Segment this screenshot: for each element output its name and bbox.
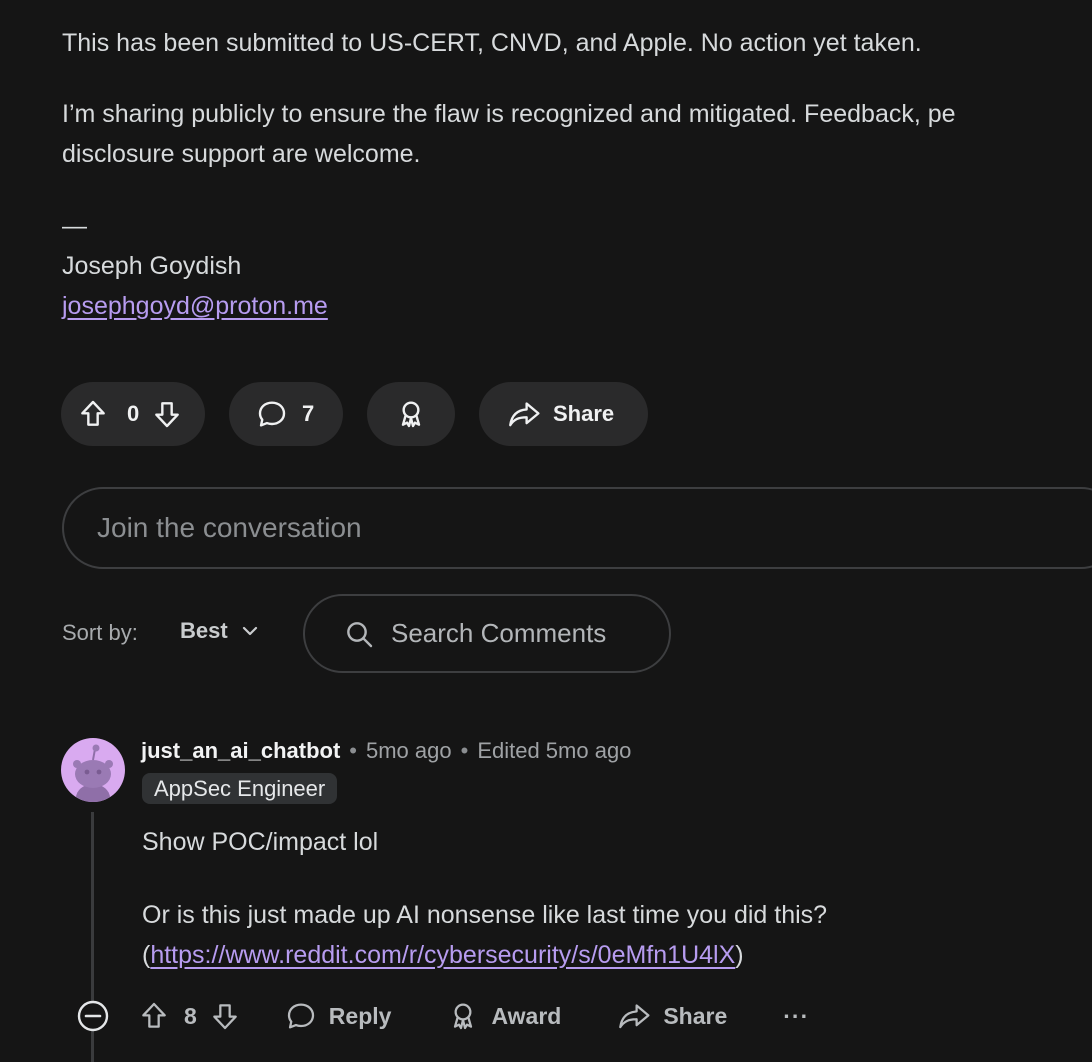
post-paragraph-2-line-1: I’m sharing publicly to ensure the flaw … — [62, 100, 956, 128]
more-options-button[interactable]: ··· — [783, 1003, 809, 1030]
award-button[interactable] — [367, 382, 455, 446]
comment-link[interactable]: https://www.reddit.com/r/cybersecurity/s… — [150, 941, 735, 969]
award-icon — [395, 398, 427, 430]
comment-line-2: Or is this just made up AI nonsense like… — [142, 901, 828, 929]
meta-separator: • — [460, 738, 469, 763]
share-arrow-icon — [617, 1000, 651, 1032]
sort-label: Sort by: — [62, 620, 138, 645]
join-conversation-placeholder: Join the conversation — [97, 512, 362, 543]
downvote-icon[interactable] — [151, 398, 183, 430]
paren-close: ) — [735, 941, 744, 969]
post-author-email-link[interactable]: josephgoyd@proton.me — [62, 292, 328, 320]
reply-bubble-icon — [285, 1000, 317, 1032]
comment-edited: Edited 5mo ago — [477, 738, 632, 763]
search-comments-placeholder: Search Comments — [391, 618, 607, 648]
comment-upvote-icon[interactable] — [138, 1000, 170, 1032]
award-icon — [447, 1000, 479, 1032]
share-label: Share — [663, 1002, 728, 1029]
chevron-down-icon — [240, 621, 260, 641]
comment-meta: just_an_ai_chatbot • 5mo ago • Edited 5m… — [141, 738, 631, 764]
post-vote-bar: 0 — [61, 382, 205, 446]
sort-value: Best — [180, 618, 228, 643]
comment-downvote-icon[interactable] — [209, 1000, 241, 1032]
meta-separator: • — [349, 738, 357, 763]
user-flair: AppSec Engineer — [142, 773, 338, 804]
comment-actions: 8 Reply Award Share ··· — [75, 996, 809, 1036]
reply-button[interactable]: Reply — [285, 1000, 392, 1032]
collapse-icon[interactable] — [75, 998, 111, 1034]
comment-count: 7 — [302, 401, 315, 426]
post-paragraph-2-line-2: disclosure support are welcome. — [62, 140, 421, 168]
search-comments-input[interactable]: Search Comments — [303, 594, 671, 673]
avatar[interactable] — [61, 738, 125, 802]
award-label: Award — [491, 1002, 562, 1029]
post-paragraph-1: This has been submitted to US-CERT, CNVD… — [62, 29, 922, 57]
comment-share-button[interactable]: Share — [617, 1000, 727, 1032]
comment-username[interactable]: just_an_ai_chatbot — [141, 738, 340, 764]
comment-line-1: Show POC/impact lol — [142, 828, 379, 856]
search-icon — [343, 618, 375, 650]
comment-vote-count: 8 — [184, 1002, 197, 1029]
comments-button[interactable]: 7 — [229, 382, 343, 446]
share-label: Share — [553, 401, 615, 426]
comment-bubble-icon — [256, 398, 288, 430]
post-vote-count: 0 — [127, 401, 140, 426]
sort-dropdown[interactable]: Best — [180, 618, 260, 644]
join-conversation-input[interactable]: Join the conversation — [62, 487, 1092, 569]
share-button[interactable]: Share — [479, 382, 648, 446]
share-arrow-icon — [507, 398, 541, 430]
comment-line-3: (https://www.reddit.com/r/cybersecurity/… — [142, 935, 744, 975]
post-author-name: Joseph Goydish — [62, 252, 242, 280]
post-dash: — — [62, 212, 87, 240]
comment-time: 5mo ago — [365, 738, 452, 763]
comment-award-button[interactable]: Award — [447, 1000, 561, 1032]
upvote-icon[interactable] — [77, 398, 109, 430]
reply-label: Reply — [328, 1002, 392, 1029]
snoo-avatar-icon — [73, 744, 113, 802]
